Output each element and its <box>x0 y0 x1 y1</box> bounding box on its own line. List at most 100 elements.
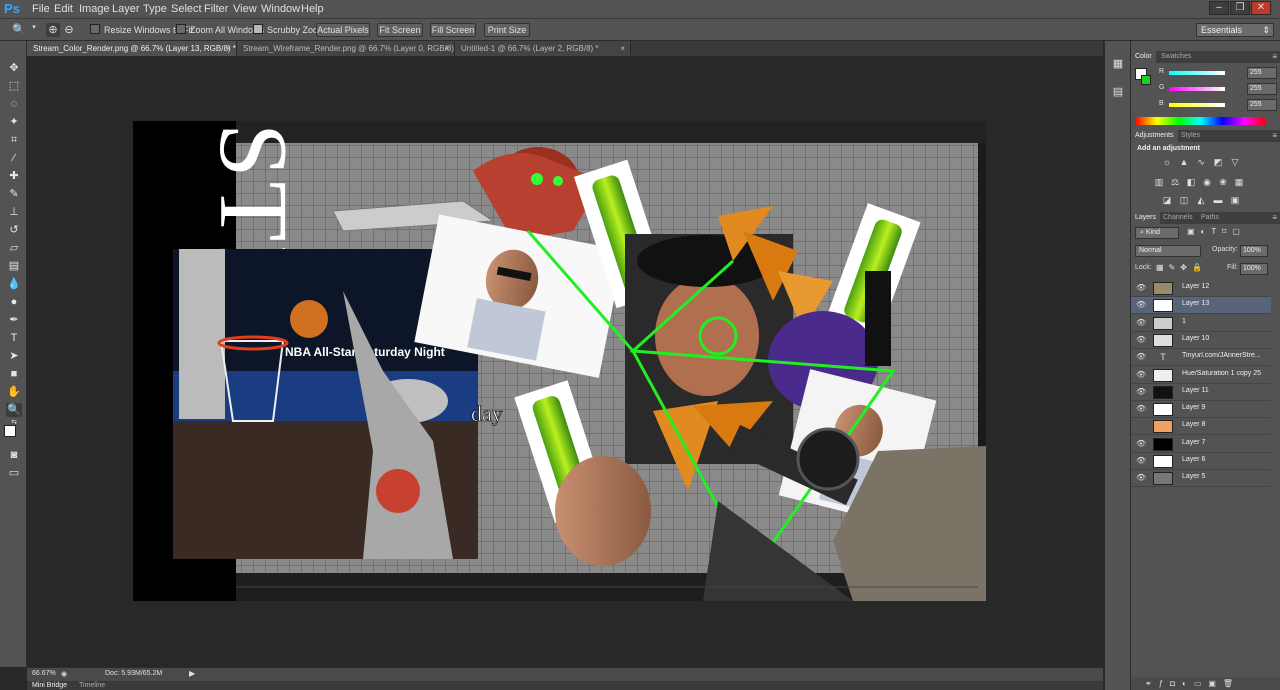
history-brush-tool-icon[interactable]: ↺ <box>6 223 22 237</box>
hand-tool-icon[interactable]: ✋ <box>6 385 22 399</box>
visibility-eye-icon[interactable]: 👁 <box>1136 352 1146 362</box>
zoom-all-checkbox[interactable]: Zoom All Windows <box>176 24 264 38</box>
fill-screen-button[interactable]: Fill Screen <box>430 23 476 37</box>
move-tool-icon[interactable]: ✥ <box>6 61 22 75</box>
zoom-level[interactable]: 66.67% <box>32 670 56 677</box>
status-menu-arrow-icon[interactable]: ▶ <box>189 669 195 678</box>
hue-saturation-icon[interactable]: ▥ <box>1153 177 1165 187</box>
visibility-eye-icon[interactable]: 👁 <box>1136 283 1146 293</box>
path-selection-tool-icon[interactable]: ➤ <box>6 349 22 363</box>
clone-stamp-tool-icon[interactable]: ⊥ <box>6 205 22 219</box>
layer-row[interactable]: 👁 Layer 11 <box>1131 383 1271 401</box>
menu-filter[interactable]: Filter <box>204 3 228 15</box>
levels-icon[interactable]: ▲ <box>1178 157 1190 167</box>
zoom-in-icon[interactable]: ⊕ <box>46 23 60 37</box>
layer-row[interactable]: 👁 Layer 7 <box>1131 435 1271 453</box>
green-track[interactable] <box>1169 87 1225 91</box>
red-value[interactable]: 255 <box>1247 67 1277 79</box>
blue-track[interactable] <box>1169 103 1225 107</box>
visibility-eye-icon[interactable]: 👁 <box>1136 300 1146 310</box>
quick-mask-icon[interactable]: ◙ <box>6 448 22 462</box>
blue-value[interactable]: 255 <box>1247 99 1277 111</box>
vibrance-icon[interactable]: ▽ <box>1229 157 1241 167</box>
fit-screen-button[interactable]: Fit Screen <box>377 23 423 37</box>
layer-row[interactable]: 👁 Layer 5 <box>1131 470 1271 488</box>
status-info-icon[interactable]: ◉ <box>61 670 71 679</box>
color-panel-background[interactable] <box>1141 75 1151 85</box>
curves-icon[interactable]: ∿ <box>1195 157 1207 167</box>
red-track[interactable] <box>1169 71 1225 75</box>
marquee-tool-icon[interactable]: ⬚ <box>6 79 22 93</box>
tab-paths[interactable]: Paths <box>1197 212 1223 224</box>
menu-help[interactable]: Help <box>301 3 324 15</box>
restore-button[interactable]: ❐ <box>1230 1 1250 15</box>
tab-adjustments[interactable]: Adjustments <box>1131 130 1178 142</box>
blend-mode-select[interactable]: Normal <box>1135 245 1201 257</box>
layers-footer-icons[interactable]: ⚭ƒ◘◐▭▣🗑 <box>1131 677 1280 690</box>
layer-row[interactable]: 👁 Layer 12 <box>1131 280 1271 297</box>
brightness-icon[interactable]: ☼ <box>1161 157 1173 167</box>
tool-preset-dropdown-icon[interactable]: ▾ <box>30 23 38 37</box>
foreground-color-swatch[interactable] <box>4 425 16 437</box>
menu-file[interactable]: File <box>32 3 50 15</box>
layer-row[interactable]: 👁 1 <box>1131 314 1271 332</box>
blur-tool-icon[interactable]: 💧 <box>6 277 22 291</box>
history-panel-icon[interactable]: ▦ <box>1110 57 1126 73</box>
scrubby-zoom-checkbox[interactable]: Scrubby Zoom <box>253 24 326 38</box>
rectangle-tool-icon[interactable]: ■ <box>6 367 22 381</box>
tab-stream-color-render[interactable]: Stream_Color_Render.png @ 66.7% (Layer 1… <box>27 41 237 56</box>
layer-filter-icons[interactable]: ▣◐T⌑▢ <box>1187 227 1277 239</box>
photo-filter-icon[interactable]: ◉ <box>1201 177 1213 187</box>
color-spectrum-bar[interactable] <box>1135 117 1266 125</box>
panel-menu-icon[interactable]: ≡ <box>1272 51 1277 63</box>
layer-row[interactable]: 👁 Hue/Saturation 1 copy 25 <box>1131 366 1271 384</box>
tab-styles[interactable]: Styles <box>1177 130 1204 142</box>
tab-layers[interactable]: Layers <box>1131 212 1161 224</box>
menu-image[interactable]: Image <box>79 3 110 15</box>
lock-icons[interactable]: ▦✎✥🔒 <box>1156 263 1207 272</box>
opacity-input[interactable]: 100% <box>1240 245 1268 257</box>
exposure-icon[interactable]: ◩ <box>1212 157 1224 167</box>
eraser-tool-icon[interactable]: ▱ <box>6 241 22 255</box>
tab-untitled-1[interactable]: Untitled-1 @ 66.7% (Layer 2, RGB/8) * × <box>455 41 631 56</box>
canvas-area[interactable]: STREAM NBA All-Star Saturday Night day <box>27 56 1103 667</box>
tab-swatches[interactable]: Swatches <box>1157 51 1195 63</box>
tab-channels[interactable]: Channels <box>1159 212 1197 224</box>
type-tool-icon[interactable]: T <box>6 331 22 345</box>
color-balance-icon[interactable]: ⚖ <box>1169 177 1181 187</box>
selective-color-icon[interactable]: ▣ <box>1229 195 1241 205</box>
threshold-icon[interactable]: ◭ <box>1195 195 1207 205</box>
close-icon[interactable]: × <box>620 41 625 56</box>
minimize-button[interactable]: – <box>1209 1 1229 15</box>
zoom-out-icon[interactable]: ⊖ <box>62 23 76 37</box>
layer-row[interactable]: 👁 Layer 10 <box>1131 331 1271 349</box>
menu-edit[interactable]: Edit <box>54 3 73 15</box>
visibility-eye-icon[interactable]: 👁 <box>1136 370 1146 380</box>
pen-tool-icon[interactable]: ✒ <box>6 313 22 327</box>
layer-filter-kind[interactable]: ⌕ Kind <box>1135 227 1179 239</box>
gradient-tool-icon[interactable]: ▤ <box>6 259 22 273</box>
tab-timeline[interactable]: Timeline <box>79 681 105 690</box>
properties-panel-icon[interactable]: ▤ <box>1110 85 1126 101</box>
color-lookup-icon[interactable]: ▦ <box>1233 177 1245 187</box>
brush-tool-icon[interactable]: ✎ <box>6 187 22 201</box>
visibility-eye-icon[interactable]: 👁 <box>1136 473 1146 483</box>
zoom-tool-icon[interactable]: 🔍 <box>12 23 26 37</box>
screen-mode-icon[interactable]: ▭ <box>6 466 22 480</box>
invert-icon[interactable]: ◪ <box>1161 195 1173 205</box>
visibility-eye-icon[interactable]: 👁 <box>1136 387 1146 397</box>
menu-select[interactable]: Select <box>171 3 202 15</box>
actual-pixels-button[interactable]: Actual Pixels <box>316 23 370 37</box>
panel-menu-icon[interactable]: ≡ <box>1272 130 1277 142</box>
menu-view[interactable]: View <box>233 3 257 15</box>
visibility-eye-icon[interactable]: 👁 <box>1136 439 1146 449</box>
magic-wand-tool-icon[interactable]: ✦ <box>6 115 22 129</box>
layer-row[interactable]: 👁 Layer 13 <box>1131 297 1271 315</box>
tab-color[interactable]: Color <box>1131 51 1156 63</box>
layer-row[interactable]: 👁 T Tinyurl.com/JAnnerStre... <box>1131 349 1271 367</box>
document-canvas[interactable]: STREAM NBA All-Star Saturday Night day <box>133 121 986 601</box>
close-window-button[interactable]: ✕ <box>1251 1 1271 15</box>
fill-input[interactable]: 100% <box>1240 263 1268 275</box>
layer-row[interactable]: Layer 8 <box>1131 418 1271 436</box>
visibility-eye-icon[interactable]: 👁 <box>1136 318 1146 328</box>
